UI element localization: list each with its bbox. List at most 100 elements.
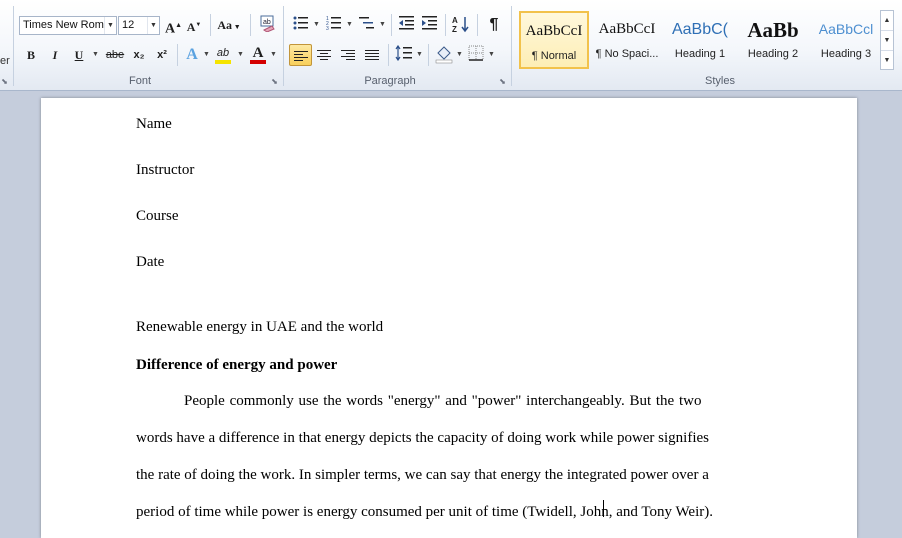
change-case-button[interactable]: Aa ▼ — [216, 15, 242, 35]
text-effects-button[interactable]: A — [183, 45, 201, 65]
svg-text:Z: Z — [452, 25, 457, 33]
line-spacing-dropdown-icon[interactable]: ▼ — [416, 51, 423, 58]
style-sample: AaBbC( — [671, 21, 729, 38]
clipboard-group-fragment: er — [0, 55, 10, 67]
style-name: ¶ No Spaci... — [595, 48, 659, 60]
numbering-icon: 1 2 3 — [326, 16, 341, 32]
text-cursor — [603, 500, 604, 517]
clear-formatting-button[interactable]: ab — [256, 14, 278, 34]
clear-formatting-icon: ab — [260, 15, 275, 33]
styles-gallery-scroller[interactable]: ▲ ▼ ▼ — [880, 10, 894, 70]
italic-button[interactable]: I — [46, 45, 64, 65]
underline-dropdown-icon[interactable]: ▼ — [92, 51, 99, 58]
style-heading-1[interactable]: AaBbC( Heading 1 — [665, 11, 735, 69]
svg-text:ab: ab — [263, 19, 271, 26]
chevron-down-icon[interactable]: ▼ — [104, 17, 116, 34]
divider — [210, 14, 211, 36]
decrease-indent-icon — [399, 16, 414, 30]
decrease-indent-button[interactable] — [398, 15, 416, 35]
scroll-up-icon[interactable]: ▲ — [881, 11, 893, 31]
bullets-button[interactable] — [292, 15, 310, 35]
chevron-down-icon[interactable]: ▼ — [147, 17, 159, 34]
bold-button[interactable]: B — [22, 45, 40, 65]
style-heading-2[interactable]: AaBb Heading 2 — [738, 11, 808, 69]
more-styles-icon[interactable]: ▼ — [881, 51, 893, 70]
doc-line-instructor[interactable]: Instructor — [136, 162, 194, 179]
divider — [388, 44, 389, 66]
divider — [177, 44, 178, 66]
style-name: Heading 2 — [747, 48, 799, 60]
align-left-icon — [294, 49, 308, 63]
style-sample: AaBbCcl — [818, 21, 874, 37]
bullets-dropdown-icon[interactable]: ▼ — [313, 21, 320, 28]
font-size-combo[interactable]: 12 ▼ — [118, 16, 160, 35]
divider — [428, 44, 429, 66]
svg-text:A: A — [452, 16, 458, 25]
doc-paragraph-line-1[interactable]: People commonly use the words "energy" a… — [184, 393, 701, 410]
style-sample: AaBbCcI — [598, 21, 656, 37]
borders-dropdown-icon[interactable]: ▼ — [488, 51, 495, 58]
style-name: ¶ Normal — [531, 50, 577, 62]
doc-line-course[interactable]: Course — [136, 208, 179, 225]
superscript-button[interactable]: x² — [153, 45, 171, 65]
align-center-button[interactable] — [314, 45, 334, 65]
font-dialog-launcher-icon[interactable]: ⬊ — [270, 77, 279, 86]
font-color-dropdown-icon[interactable]: ▼ — [270, 51, 277, 58]
group-separator — [283, 6, 284, 86]
borders-button[interactable] — [466, 45, 486, 65]
doc-paragraph-line-2[interactable]: words have a difference in that energy d… — [136, 430, 709, 447]
group-separator — [13, 6, 14, 86]
ribbon: er ⬊ Times New Rom ▼ 12 ▼ A▲ A▼ Aa ▼ ab … — [0, 0, 902, 91]
shading-dropdown-icon[interactable]: ▼ — [456, 51, 463, 58]
scroll-down-icon[interactable]: ▼ — [881, 31, 893, 51]
grow-font-icon: A — [165, 21, 176, 37]
line-spacing-button[interactable] — [394, 44, 414, 65]
line-spacing-icon — [395, 44, 412, 62]
doc-title[interactable]: Renewable energy in UAE and the world — [136, 319, 383, 336]
doc-paragraph-line-4[interactable]: period of time while power is energy con… — [136, 504, 713, 521]
style-sample: AaBb — [747, 18, 799, 42]
font-color-button[interactable]: A — [249, 43, 267, 64]
justify-button[interactable] — [362, 45, 382, 65]
style-name: Heading 1 — [674, 48, 726, 60]
shrink-font-button[interactable]: A▼ — [186, 15, 202, 35]
multilevel-list-button[interactable] — [358, 15, 376, 35]
clipboard-launcher-icon[interactable]: ⬊ — [0, 77, 9, 86]
font-group-label: Font — [128, 75, 151, 87]
font-name-value: Times New Rom — [23, 19, 104, 31]
style-heading-3[interactable]: AaBbCcl Heading 3 — [811, 11, 881, 69]
style-no-spacing[interactable]: AaBbCcI ¶ No Spaci... — [592, 11, 662, 69]
doc-line-date[interactable]: Date — [136, 254, 164, 271]
highlight-button[interactable]: ab — [213, 43, 233, 64]
style-sample: AaBbCcI — [525, 23, 583, 39]
highlight-dropdown-icon[interactable]: ▼ — [237, 51, 244, 58]
strikethrough-button[interactable]: abe — [103, 45, 127, 65]
show-formatting-marks-button[interactable]: ¶ — [485, 15, 503, 35]
numbering-button[interactable]: 1 2 3 — [325, 15, 343, 35]
subscript-button[interactable]: x₂ — [130, 45, 148, 65]
bullets-icon — [293, 16, 308, 30]
align-center-icon — [317, 48, 331, 62]
doc-heading[interactable]: Difference of energy and power — [136, 357, 337, 374]
shading-button[interactable] — [434, 44, 454, 64]
numbering-dropdown-icon[interactable]: ▼ — [346, 21, 353, 28]
styles-group-label: Styles — [705, 75, 735, 87]
align-left-button[interactable] — [289, 44, 312, 66]
font-name-combo[interactable]: Times New Rom ▼ — [19, 16, 117, 35]
font-color-icon: A — [252, 45, 264, 61]
divider — [477, 14, 478, 36]
increase-indent-button[interactable] — [421, 15, 439, 35]
align-right-button[interactable] — [338, 45, 358, 65]
paint-bucket-icon — [435, 46, 453, 64]
style-normal[interactable]: AaBbCcI ¶ Normal — [519, 11, 589, 69]
sort-button[interactable]: A Z — [451, 15, 471, 35]
multilevel-dropdown-icon[interactable]: ▼ — [379, 21, 386, 28]
font-color-bar — [250, 60, 266, 64]
grow-font-button[interactable]: A▲ — [165, 15, 182, 37]
text-effects-dropdown-icon[interactable]: ▼ — [203, 51, 210, 58]
doc-line-name[interactable]: Name — [136, 116, 172, 133]
underline-button[interactable]: U — [70, 45, 88, 65]
paragraph-dialog-launcher-icon[interactable]: ⬊ — [498, 77, 507, 86]
group-separator — [511, 6, 512, 86]
doc-paragraph-line-3[interactable]: the rate of doing the work. In simpler t… — [136, 467, 709, 484]
